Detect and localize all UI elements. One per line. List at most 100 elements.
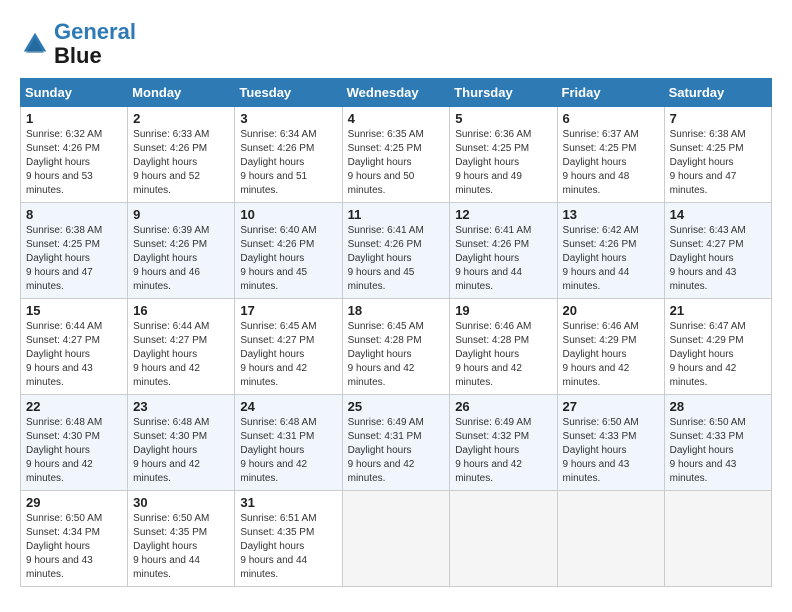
weekday-monday: Monday <box>128 79 235 107</box>
calendar-cell <box>664 491 771 587</box>
day-info: Sunrise: 6:41 AM Sunset: 4:26 PM Dayligh… <box>455 224 551 294</box>
weekday-tuesday: Tuesday <box>235 79 342 107</box>
calendar-cell: 25 Sunrise: 6:49 AM Sunset: 4:31 PM Dayl… <box>342 395 450 491</box>
day-info: Sunrise: 6:34 AM Sunset: 4:26 PM Dayligh… <box>240 128 336 198</box>
calendar-cell: 22 Sunrise: 6:48 AM Sunset: 4:30 PM Dayl… <box>21 395 128 491</box>
day-number: 24 <box>240 399 336 414</box>
calendar-cell: 1 Sunrise: 6:32 AM Sunset: 4:26 PM Dayli… <box>21 107 128 203</box>
weekday-thursday: Thursday <box>450 79 557 107</box>
day-number: 14 <box>670 207 766 222</box>
weekday-header-row: SundayMondayTuesdayWednesdayThursdayFrid… <box>21 79 772 107</box>
day-info: Sunrise: 6:51 AM Sunset: 4:35 PM Dayligh… <box>240 512 336 582</box>
calendar-week-1: 1 Sunrise: 6:32 AM Sunset: 4:26 PM Dayli… <box>21 107 772 203</box>
calendar-cell <box>342 491 450 587</box>
calendar-cell: 8 Sunrise: 6:38 AM Sunset: 4:25 PM Dayli… <box>21 203 128 299</box>
day-info: Sunrise: 6:35 AM Sunset: 4:25 PM Dayligh… <box>348 128 445 198</box>
calendar-cell: 5 Sunrise: 6:36 AM Sunset: 4:25 PM Dayli… <box>450 107 557 203</box>
day-number: 13 <box>563 207 659 222</box>
day-info: Sunrise: 6:33 AM Sunset: 4:26 PM Dayligh… <box>133 128 229 198</box>
day-number: 19 <box>455 303 551 318</box>
calendar-cell: 20 Sunrise: 6:46 AM Sunset: 4:29 PM Dayl… <box>557 299 664 395</box>
day-number: 29 <box>26 495 122 510</box>
day-info: Sunrise: 6:49 AM Sunset: 4:32 PM Dayligh… <box>455 416 551 486</box>
day-info: Sunrise: 6:45 AM Sunset: 4:28 PM Dayligh… <box>348 320 445 390</box>
logo: General Blue <box>20 20 136 68</box>
calendar-week-3: 15 Sunrise: 6:44 AM Sunset: 4:27 PM Dayl… <box>21 299 772 395</box>
day-info: Sunrise: 6:45 AM Sunset: 4:27 PM Dayligh… <box>240 320 336 390</box>
logo-text: General Blue <box>54 20 136 68</box>
day-number: 2 <box>133 111 229 126</box>
day-number: 21 <box>670 303 766 318</box>
day-info: Sunrise: 6:48 AM Sunset: 4:30 PM Dayligh… <box>26 416 122 486</box>
day-info: Sunrise: 6:47 AM Sunset: 4:29 PM Dayligh… <box>670 320 766 390</box>
day-info: Sunrise: 6:48 AM Sunset: 4:30 PM Dayligh… <box>133 416 229 486</box>
calendar-cell: 16 Sunrise: 6:44 AM Sunset: 4:27 PM Dayl… <box>128 299 235 395</box>
day-number: 8 <box>26 207 122 222</box>
day-number: 10 <box>240 207 336 222</box>
day-info: Sunrise: 6:46 AM Sunset: 4:28 PM Dayligh… <box>455 320 551 390</box>
day-number: 1 <box>26 111 122 126</box>
calendar-cell: 30 Sunrise: 6:50 AM Sunset: 4:35 PM Dayl… <box>128 491 235 587</box>
calendar-body: 1 Sunrise: 6:32 AM Sunset: 4:26 PM Dayli… <box>21 107 772 587</box>
calendar-cell: 18 Sunrise: 6:45 AM Sunset: 4:28 PM Dayl… <box>342 299 450 395</box>
day-number: 3 <box>240 111 336 126</box>
calendar-cell: 13 Sunrise: 6:42 AM Sunset: 4:26 PM Dayl… <box>557 203 664 299</box>
day-info: Sunrise: 6:42 AM Sunset: 4:26 PM Dayligh… <box>563 224 659 294</box>
calendar-week-4: 22 Sunrise: 6:48 AM Sunset: 4:30 PM Dayl… <box>21 395 772 491</box>
day-info: Sunrise: 6:41 AM Sunset: 4:26 PM Dayligh… <box>348 224 445 294</box>
calendar-cell: 7 Sunrise: 6:38 AM Sunset: 4:25 PM Dayli… <box>664 107 771 203</box>
weekday-sunday: Sunday <box>21 79 128 107</box>
calendar-cell: 12 Sunrise: 6:41 AM Sunset: 4:26 PM Dayl… <box>450 203 557 299</box>
day-info: Sunrise: 6:48 AM Sunset: 4:31 PM Dayligh… <box>240 416 336 486</box>
calendar-week-5: 29 Sunrise: 6:50 AM Sunset: 4:34 PM Dayl… <box>21 491 772 587</box>
calendar-week-2: 8 Sunrise: 6:38 AM Sunset: 4:25 PM Dayli… <box>21 203 772 299</box>
calendar-cell: 4 Sunrise: 6:35 AM Sunset: 4:25 PM Dayli… <box>342 107 450 203</box>
day-number: 5 <box>455 111 551 126</box>
day-info: Sunrise: 6:32 AM Sunset: 4:26 PM Dayligh… <box>26 128 122 198</box>
calendar-cell: 21 Sunrise: 6:47 AM Sunset: 4:29 PM Dayl… <box>664 299 771 395</box>
calendar-cell: 24 Sunrise: 6:48 AM Sunset: 4:31 PM Dayl… <box>235 395 342 491</box>
calendar-cell: 31 Sunrise: 6:51 AM Sunset: 4:35 PM Dayl… <box>235 491 342 587</box>
day-number: 28 <box>670 399 766 414</box>
day-number: 6 <box>563 111 659 126</box>
calendar-cell: 11 Sunrise: 6:41 AM Sunset: 4:26 PM Dayl… <box>342 203 450 299</box>
calendar-cell: 9 Sunrise: 6:39 AM Sunset: 4:26 PM Dayli… <box>128 203 235 299</box>
day-number: 4 <box>348 111 445 126</box>
calendar-cell: 10 Sunrise: 6:40 AM Sunset: 4:26 PM Dayl… <box>235 203 342 299</box>
day-number: 7 <box>670 111 766 126</box>
day-info: Sunrise: 6:46 AM Sunset: 4:29 PM Dayligh… <box>563 320 659 390</box>
weekday-friday: Friday <box>557 79 664 107</box>
day-info: Sunrise: 6:38 AM Sunset: 4:25 PM Dayligh… <box>26 224 122 294</box>
day-info: Sunrise: 6:39 AM Sunset: 4:26 PM Dayligh… <box>133 224 229 294</box>
day-info: Sunrise: 6:50 AM Sunset: 4:34 PM Dayligh… <box>26 512 122 582</box>
day-number: 15 <box>26 303 122 318</box>
day-number: 31 <box>240 495 336 510</box>
calendar-cell <box>557 491 664 587</box>
calendar-cell: 26 Sunrise: 6:49 AM Sunset: 4:32 PM Dayl… <box>450 395 557 491</box>
calendar-cell: 29 Sunrise: 6:50 AM Sunset: 4:34 PM Dayl… <box>21 491 128 587</box>
day-number: 16 <box>133 303 229 318</box>
day-info: Sunrise: 6:38 AM Sunset: 4:25 PM Dayligh… <box>670 128 766 198</box>
day-number: 18 <box>348 303 445 318</box>
page-header: General Blue <box>20 20 772 68</box>
day-number: 25 <box>348 399 445 414</box>
day-number: 23 <box>133 399 229 414</box>
day-info: Sunrise: 6:49 AM Sunset: 4:31 PM Dayligh… <box>348 416 445 486</box>
day-number: 27 <box>563 399 659 414</box>
calendar-table: SundayMondayTuesdayWednesdayThursdayFrid… <box>20 78 772 587</box>
weekday-saturday: Saturday <box>664 79 771 107</box>
day-number: 20 <box>563 303 659 318</box>
calendar-cell: 17 Sunrise: 6:45 AM Sunset: 4:27 PM Dayl… <box>235 299 342 395</box>
day-number: 9 <box>133 207 229 222</box>
day-info: Sunrise: 6:50 AM Sunset: 4:35 PM Dayligh… <box>133 512 229 582</box>
weekday-wednesday: Wednesday <box>342 79 450 107</box>
day-info: Sunrise: 6:50 AM Sunset: 4:33 PM Dayligh… <box>670 416 766 486</box>
calendar-cell: 27 Sunrise: 6:50 AM Sunset: 4:33 PM Dayl… <box>557 395 664 491</box>
day-number: 12 <box>455 207 551 222</box>
calendar-cell: 2 Sunrise: 6:33 AM Sunset: 4:26 PM Dayli… <box>128 107 235 203</box>
day-info: Sunrise: 6:44 AM Sunset: 4:27 PM Dayligh… <box>133 320 229 390</box>
day-info: Sunrise: 6:50 AM Sunset: 4:33 PM Dayligh… <box>563 416 659 486</box>
day-number: 22 <box>26 399 122 414</box>
day-number: 26 <box>455 399 551 414</box>
calendar-cell: 15 Sunrise: 6:44 AM Sunset: 4:27 PM Dayl… <box>21 299 128 395</box>
